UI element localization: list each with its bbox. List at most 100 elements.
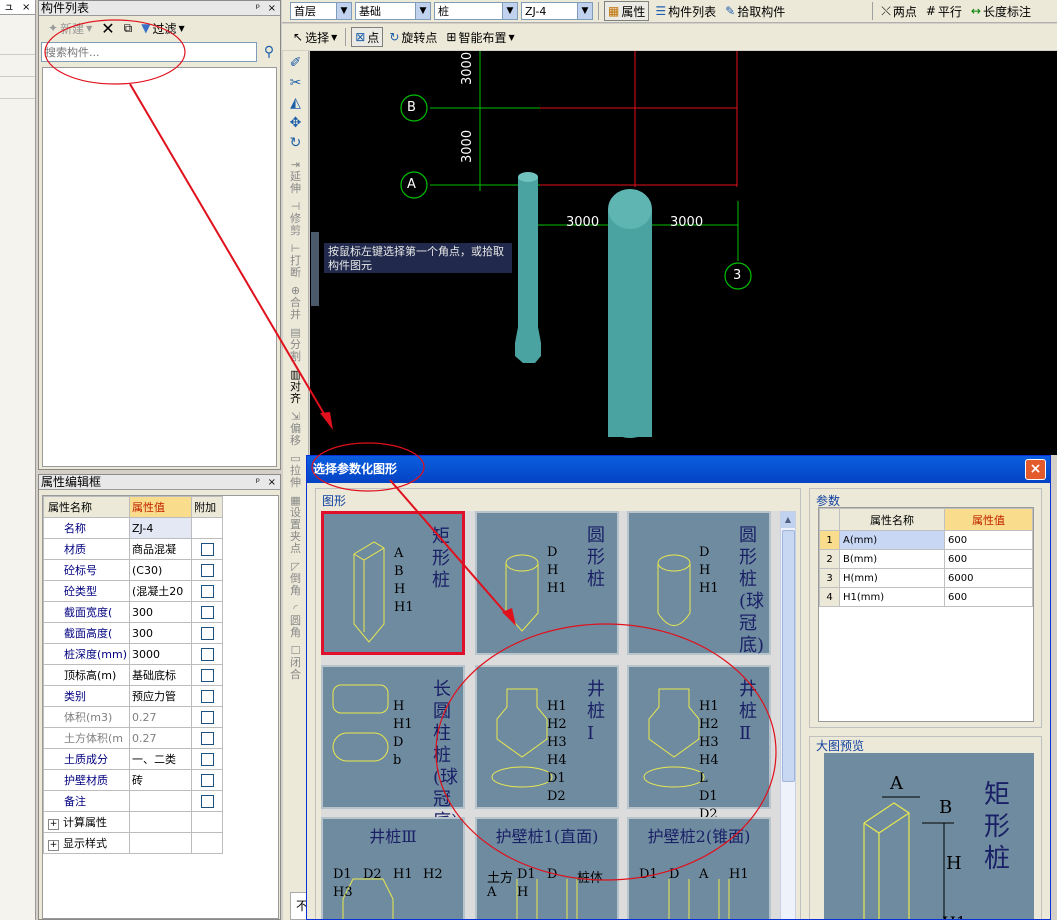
property-value[interactable]: 3000: [129, 643, 193, 665]
vertical-tool-11[interactable]: ◜ 圆角: [283, 603, 308, 639]
property-row[interactable]: 砼类型 (混凝土20: [43, 580, 223, 602]
param-value[interactable]: 600: [944, 587, 1033, 607]
vertical-tool-8[interactable]: ▭ 拉伸: [283, 453, 308, 489]
shape-cell-9[interactable]: 护壁桩2(锥面) D1 D A H1: [627, 817, 771, 919]
property-extra[interactable]: [191, 559, 223, 581]
category-select[interactable]: 基础 ▼: [355, 2, 431, 20]
shape-cell-2[interactable]: 圆形桩 D H H1: [475, 511, 619, 655]
param-row[interactable]: 2 B(mm) 600: [819, 549, 1033, 569]
extra-checkbox[interactable]: [200, 647, 214, 661]
property-row[interactable]: 类别 预应力管: [43, 685, 223, 707]
component-list-button[interactable]: ☰ 构件列表: [652, 1, 719, 21]
param-value[interactable]: 600: [944, 530, 1033, 550]
brush-icon[interactable]: ✐: [290, 56, 302, 70]
expand-icon[interactable]: +: [48, 840, 59, 851]
component-select[interactable]: ZJ-4 ▼: [521, 2, 593, 20]
move-icon[interactable]: ✥: [290, 116, 302, 130]
close-icon[interactable]: ×: [268, 1, 276, 15]
property-row[interactable]: 名称 ZJ-4: [43, 517, 223, 539]
property-extra[interactable]: [191, 643, 223, 665]
extra-checkbox[interactable]: [200, 731, 214, 745]
property-value[interactable]: [129, 790, 193, 812]
search-icon[interactable]: ⚲: [260, 44, 278, 60]
property-value[interactable]: 0.27: [129, 727, 193, 749]
close-icon[interactable]: ×: [268, 475, 276, 489]
extra-checkbox[interactable]: [200, 689, 214, 703]
extra-checkbox[interactable]: [200, 563, 214, 577]
property-value[interactable]: 预应力管: [129, 685, 193, 707]
property-row[interactable]: 体积(m3) 0.27: [43, 706, 223, 728]
scissors-icon[interactable]: ✂: [290, 76, 302, 90]
property-value[interactable]: 300: [129, 622, 193, 644]
extra-checkbox[interactable]: [200, 584, 214, 598]
property-extra[interactable]: [191, 622, 223, 644]
property-row[interactable]: 土方体积(m 0.27: [43, 727, 223, 749]
floor-select[interactable]: 首层 ▼: [290, 2, 352, 20]
property-extra[interactable]: [191, 517, 223, 539]
select-button[interactable]: ↖ 选择 ▼: [290, 27, 340, 47]
smart-layout-button[interactable]: ⊞ 智能布置 ▼: [443, 27, 517, 47]
property-value[interactable]: (C30): [129, 559, 193, 581]
vertical-tool-1[interactable]: ⇥ 延伸: [283, 159, 308, 195]
property-row[interactable]: 顶标高(m) 基础底标: [43, 664, 223, 686]
property-row[interactable]: 材质 商品混凝: [43, 538, 223, 560]
extra-checkbox[interactable]: [200, 668, 214, 682]
property-row[interactable]: 桩深度(mm) 3000: [43, 643, 223, 665]
vertical-tool-4[interactable]: ⊕ 合并: [283, 285, 308, 321]
left-strip-row[interactable]: [0, 77, 35, 99]
shape-cell-6[interactable]: 井桩Ⅱ H1 H2 H3 H4 L D1 D2: [627, 665, 771, 822]
vertical-tool-7[interactable]: ⇲ 偏移: [283, 411, 308, 447]
extra-checkbox[interactable]: [200, 710, 214, 724]
property-value[interactable]: 一、二类: [129, 748, 193, 770]
attributes-button[interactable]: ▦ 属性: [604, 1, 650, 21]
shape-scrollbar[interactable]: ▲: [780, 511, 796, 919]
property-extra[interactable]: [191, 706, 223, 728]
component-list-body[interactable]: [42, 67, 277, 467]
extra-checkbox[interactable]: [200, 542, 214, 556]
vertical-tool-5[interactable]: ▤ 分割: [283, 327, 308, 363]
scroll-thumb[interactable]: [782, 530, 795, 782]
vertical-tool-3[interactable]: ⊢ 打断: [283, 243, 308, 279]
scroll-up-button[interactable]: ▲: [781, 512, 795, 528]
property-extra[interactable]: [191, 601, 223, 623]
delete-button[interactable]: ✕: [98, 18, 117, 38]
param-row[interactable]: 1 A(mm) 600: [819, 530, 1033, 550]
vertical-tool-10[interactable]: ◸ 倒角: [283, 561, 308, 597]
property-extra[interactable]: [191, 664, 223, 686]
property-row[interactable]: 砼标号 (C30): [43, 559, 223, 581]
extra-checkbox[interactable]: [200, 773, 214, 787]
left-strip-row[interactable]: [0, 55, 35, 77]
shape-cell-3[interactable]: 圆形桩(球冠底) D H H1: [627, 511, 771, 656]
shape-cell-8[interactable]: 护壁桩1(直面) 土方 D1 D 桩体 A H: [475, 817, 619, 919]
vertical-tool-2[interactable]: ⊣ 修剪: [283, 201, 308, 237]
filter-button[interactable]: ▼ 过滤 ▼: [138, 18, 187, 38]
property-value[interactable]: 300: [129, 601, 193, 623]
property-value[interactable]: ZJ-4: [129, 517, 193, 539]
copy-button[interactable]: ⧉: [121, 18, 136, 38]
left-strip-row[interactable]: [0, 33, 35, 55]
mirror-icon[interactable]: ◭: [290, 96, 301, 110]
parallel-button[interactable]: # 平行: [923, 1, 965, 21]
extra-checkbox[interactable]: [200, 794, 214, 808]
property-value[interactable]: (混凝土20: [129, 580, 193, 602]
property-extra[interactable]: [191, 748, 223, 770]
rotate-point-button[interactable]: ↻ 旋转点: [386, 27, 440, 47]
two-point-button[interactable]: ⤬ 两点: [878, 1, 920, 21]
pin-icon[interactable]: ᵖ: [256, 1, 260, 15]
property-extra[interactable]: [191, 580, 223, 602]
param-value[interactable]: 6000: [944, 568, 1033, 588]
property-group[interactable]: + 显示样式: [43, 832, 131, 854]
param-value[interactable]: 600: [944, 549, 1033, 569]
property-value[interactable]: 0.27: [129, 706, 193, 728]
type-select[interactable]: 桩 ▼: [434, 2, 518, 20]
length-dimension-button[interactable]: ↔ 长度标注: [968, 1, 1034, 21]
rotate-icon[interactable]: ↻: [290, 136, 302, 150]
property-value[interactable]: 砖: [129, 769, 193, 791]
close-icon[interactable]: ×: [22, 0, 30, 14]
param-row[interactable]: 4 H1(mm) 600: [819, 587, 1033, 607]
extra-checkbox[interactable]: [200, 752, 214, 766]
new-button[interactable]: ✦ 新建 ▼: [45, 18, 95, 38]
pin-icon[interactable]: ュ: [4, 0, 14, 14]
property-value[interactable]: 基础底标: [129, 664, 193, 686]
property-extra[interactable]: [191, 538, 223, 560]
